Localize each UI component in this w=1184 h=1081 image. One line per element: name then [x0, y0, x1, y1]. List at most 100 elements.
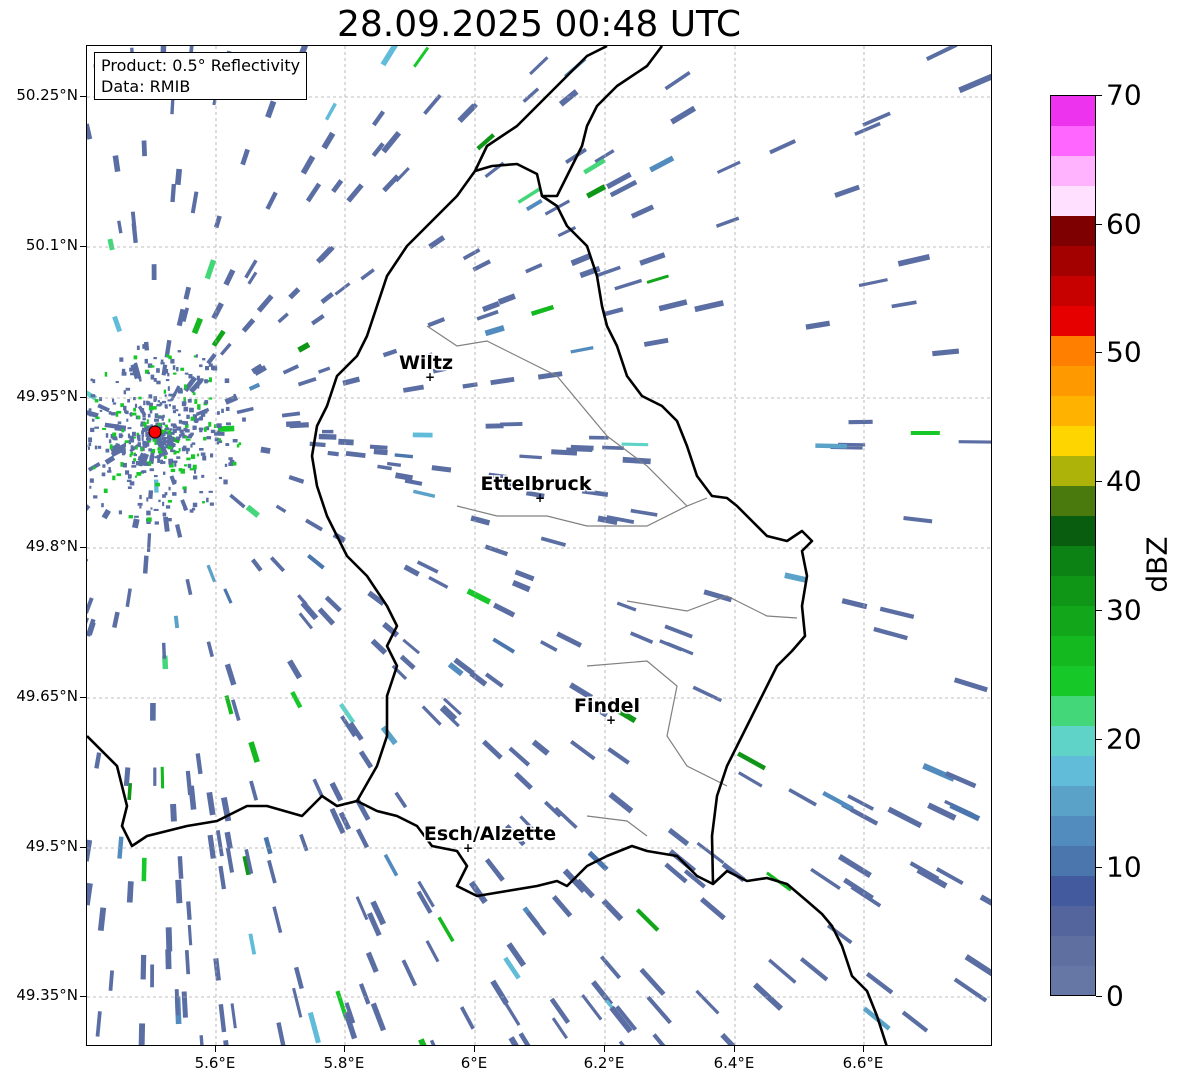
echo-cell — [112, 315, 123, 333]
echo-cell — [305, 518, 323, 532]
echo-cell — [175, 523, 183, 538]
echo-cell — [160, 362, 165, 365]
radar-site-marker — [148, 425, 162, 439]
echo-cell — [231, 699, 241, 721]
echo-cell — [127, 486, 132, 489]
echo-cell — [484, 544, 509, 557]
echo-cell — [127, 399, 131, 403]
echo-cell — [186, 457, 191, 461]
echo-cell — [204, 380, 209, 383]
echo-cell — [979, 894, 991, 916]
echo-cell — [526, 911, 547, 936]
echo-cell — [416, 560, 439, 574]
echo-cell — [318, 366, 331, 374]
colorbar-segment — [1051, 965, 1095, 996]
colorbar-segment — [1051, 545, 1095, 576]
echo-cell — [87, 504, 91, 519]
colorbar-segment — [1051, 875, 1095, 906]
echo-cell — [199, 1035, 205, 1045]
echo-cell — [153, 767, 157, 786]
echo-cell — [371, 110, 386, 127]
echo-cell — [176, 367, 179, 372]
echo-cell — [133, 453, 138, 457]
echo-cell — [129, 367, 133, 372]
echo-cell — [276, 1022, 287, 1045]
echo-cell — [383, 853, 399, 877]
echo-cell — [288, 287, 301, 300]
colorbar-tick — [1096, 609, 1102, 611]
echo-cell — [720, 1032, 746, 1045]
echo-cell — [89, 478, 94, 483]
echo-cell — [193, 475, 198, 480]
echo-cell — [614, 278, 643, 291]
echo-cell — [110, 412, 116, 416]
reflectivity-colorbar — [1050, 95, 1096, 996]
echo-cell — [211, 365, 214, 370]
echo-cell — [141, 436, 144, 441]
colorbar-tick — [1096, 352, 1102, 354]
echo-cell — [132, 431, 136, 437]
echo-cell — [163, 471, 166, 475]
echo-cell — [248, 933, 257, 955]
echo-cell — [667, 827, 690, 847]
echo-cell — [186, 414, 190, 419]
echo-cell — [125, 588, 132, 608]
echo-cell — [164, 492, 168, 496]
echo-cell — [150, 702, 156, 721]
echo-cell — [117, 220, 123, 234]
lat-label: 49.35°N — [16, 986, 78, 1004]
echo-cell — [618, 1040, 639, 1045]
echo-cell — [191, 507, 196, 511]
echo-cell — [139, 494, 142, 500]
echo-cell — [511, 579, 531, 593]
echo-cell — [395, 472, 413, 482]
colorbar-segment — [1051, 185, 1095, 217]
graticule — [87, 46, 991, 1045]
echo-cell — [139, 378, 142, 382]
echo-cell — [497, 293, 516, 305]
echo-cell — [142, 555, 149, 574]
echo-cell — [128, 476, 131, 479]
echo-cell — [149, 410, 153, 414]
echo-cell — [822, 790, 854, 811]
echo-cell — [109, 444, 113, 450]
echo-cell — [551, 895, 573, 918]
echo-cell — [137, 502, 143, 506]
echo-cell — [172, 425, 178, 429]
echo-cell — [228, 457, 233, 461]
echo-cell — [121, 428, 124, 433]
echo-cell — [112, 611, 120, 629]
echo-cell — [142, 414, 146, 418]
echo-cell — [144, 358, 148, 364]
echo-cell — [277, 312, 289, 324]
echo-cell — [470, 515, 491, 526]
lon-tick — [215, 1046, 216, 1052]
echo-cell — [249, 780, 259, 801]
echo-cell — [229, 493, 246, 509]
echo-cell — [484, 325, 505, 337]
echo-cell — [652, 1033, 674, 1045]
radar-map[interactable]: + Wiltz + Ettelbruck + Findel + Esch/Alzette — [86, 45, 992, 1046]
echo-cell — [297, 377, 317, 387]
echo-cell — [519, 454, 542, 460]
echo-cell — [321, 131, 336, 150]
echo-cell — [101, 472, 106, 477]
echo-cell — [184, 949, 191, 975]
echo-cell — [267, 859, 277, 884]
echo-cell — [358, 983, 371, 1005]
echo-cell — [141, 470, 147, 474]
inner-boundaries — [426, 325, 798, 837]
echo-cell — [211, 329, 226, 348]
echo-cell — [646, 274, 669, 284]
echo-cell — [887, 806, 923, 829]
echo-cell — [589, 435, 609, 440]
echo-cell — [630, 508, 658, 517]
echo-cell — [373, 448, 388, 456]
echo-cell — [338, 438, 354, 446]
echo-cell — [126, 479, 132, 482]
echo-cell — [178, 413, 181, 417]
echo-cell — [206, 641, 214, 658]
echo-cell — [187, 463, 192, 469]
echo-cell — [165, 427, 170, 430]
echo-cell — [202, 358, 206, 361]
